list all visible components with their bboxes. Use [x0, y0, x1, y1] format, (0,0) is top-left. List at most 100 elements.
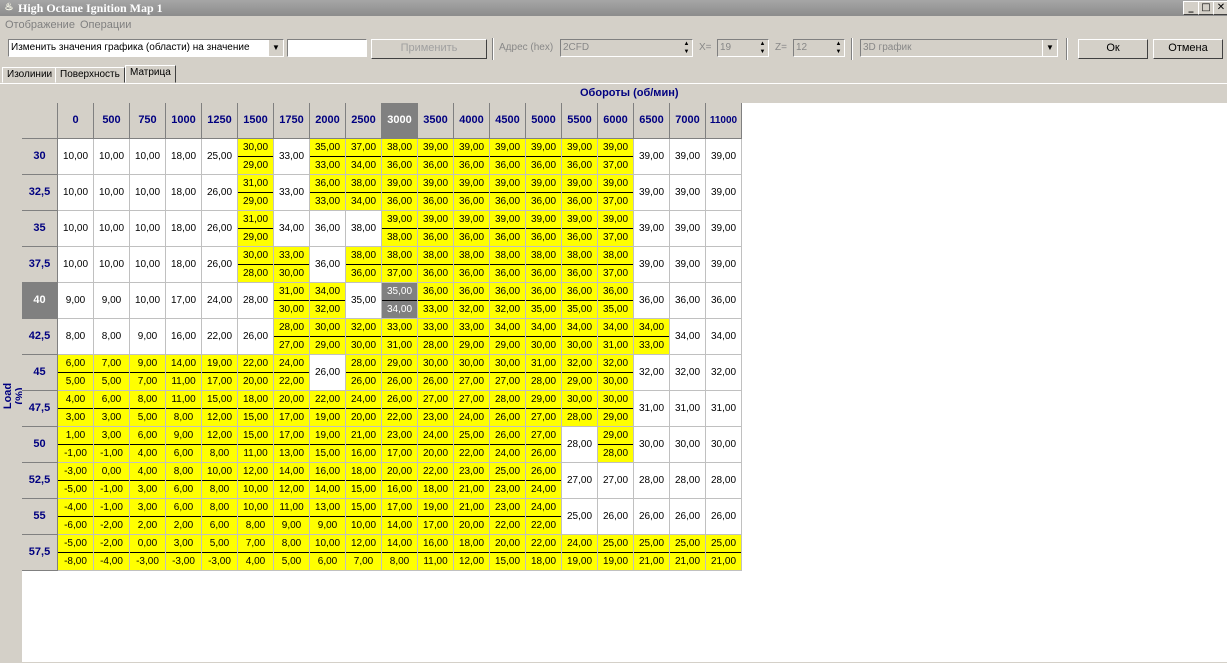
matrix-cell[interactable]: 38,00 36,00: [454, 247, 490, 283]
load-header[interactable]: 52,5: [22, 463, 58, 499]
matrix-cell[interactable]: 15,00 11,00: [238, 427, 274, 463]
tab-isolines[interactable]: Изолинии: [2, 67, 58, 83]
matrix-cell[interactable]: 25,00 19,00: [598, 535, 634, 571]
matrix-cell[interactable]: 39,00: [706, 175, 742, 211]
rpm-header[interactable]: 2500: [346, 103, 382, 139]
spin-arrows-icon[interactable]: ▲ ▼: [833, 40, 844, 56]
matrix-cell[interactable]: 36,00: [310, 211, 346, 247]
matrix-cell[interactable]: 17,00: [166, 283, 202, 319]
matrix-cell[interactable]: 10,00: [94, 175, 130, 211]
matrix-cell[interactable]: 8,00 6,00: [202, 499, 238, 535]
matrix-cell[interactable]: 36,00 35,00: [598, 283, 634, 319]
matrix-cell[interactable]: 39,00 38,00: [382, 211, 418, 247]
address-field[interactable]: 2CFD ▲ ▼: [560, 39, 693, 57]
matrix-cell[interactable]: 39,00 36,00: [490, 175, 526, 211]
matrix-cell[interactable]: 26,00 24,00: [490, 427, 526, 463]
matrix-cell[interactable]: 39,00 36,00: [562, 175, 598, 211]
matrix-cell[interactable]: 27,00: [562, 463, 598, 499]
matrix-cell[interactable]: 25,00 22,00: [454, 427, 490, 463]
matrix-cell[interactable]: 27,00 26,00: [526, 427, 562, 463]
matrix-cell[interactable]: 14,00 8,00: [382, 535, 418, 571]
matrix-cell[interactable]: 37,00 34,00: [346, 139, 382, 175]
matrix-cell[interactable]: 39,00 36,00: [382, 175, 418, 211]
load-header[interactable]: 32,5: [22, 175, 58, 211]
ok-button[interactable]: Ок: [1078, 39, 1148, 59]
matrix-cell[interactable]: 36,00: [706, 283, 742, 319]
spin-arrows-icon[interactable]: ▲ ▼: [681, 40, 692, 56]
matrix-cell[interactable]: 7,00 4,00: [238, 535, 274, 571]
matrix-cell[interactable]: 19,00 17,00: [202, 355, 238, 391]
rpm-header[interactable]: 6500: [634, 103, 670, 139]
menu-view[interactable]: Отображение: [5, 19, 75, 31]
matrix-cell[interactable]: 6,00 5,00: [58, 355, 94, 391]
matrix-cell[interactable]: 3,00 -1,00: [94, 427, 130, 463]
matrix-cell[interactable]: 31,00 30,00: [274, 283, 310, 319]
matrix-cell[interactable]: 10,00: [58, 247, 94, 283]
matrix-cell[interactable]: 17,00 14,00: [382, 499, 418, 535]
matrix-cell[interactable]: 30,00 27,00: [490, 355, 526, 391]
matrix-cell[interactable]: 34,00 33,00: [634, 319, 670, 355]
matrix-cell[interactable]: 28,00 26,00: [490, 391, 526, 427]
matrix-cell[interactable]: 9,00: [130, 319, 166, 355]
rpm-header[interactable]: 4500: [490, 103, 526, 139]
matrix-cell[interactable]: 9,00: [58, 283, 94, 319]
matrix-cell[interactable]: 36,00: [670, 283, 706, 319]
matrix-cell[interactable]: 35,00 34,00: [382, 283, 418, 319]
x-field[interactable]: 19 ▲ ▼: [717, 39, 769, 57]
matrix-cell[interactable]: 10,00: [130, 247, 166, 283]
matrix-cell[interactable]: 39,00: [670, 175, 706, 211]
matrix-cell[interactable]: 39,00: [706, 247, 742, 283]
matrix-cell[interactable]: 26,00: [706, 499, 742, 535]
matrix-cell[interactable]: 31,00: [670, 391, 706, 427]
matrix-cell[interactable]: 24,00 19,00: [562, 535, 598, 571]
matrix-cell[interactable]: 10,00: [94, 247, 130, 283]
matrix-cell[interactable]: 19,00 17,00: [418, 499, 454, 535]
matrix-cell[interactable]: 21,00 16,00: [346, 427, 382, 463]
matrix-cell[interactable]: 33,00: [274, 175, 310, 211]
matrix-cell[interactable]: 16,00: [166, 319, 202, 355]
matrix-cell[interactable]: 10,00: [58, 175, 94, 211]
minimize-button[interactable]: _: [1183, 1, 1199, 15]
matrix-cell[interactable]: 14,00 11,00: [166, 355, 202, 391]
matrix-cell[interactable]: 39,00 36,00: [526, 175, 562, 211]
matrix-cell[interactable]: 38,00 36,00: [490, 247, 526, 283]
chevron-down-icon[interactable]: ▼: [1042, 40, 1057, 56]
matrix-cell[interactable]: 10,00: [130, 211, 166, 247]
matrix-cell[interactable]: 34,00 32,00: [310, 283, 346, 319]
matrix-cell[interactable]: 38,00: [346, 211, 382, 247]
menu-operations[interactable]: Операции: [80, 19, 131, 31]
matrix-cell[interactable]: 26,00: [238, 319, 274, 355]
matrix-cell[interactable]: 34,00: [706, 319, 742, 355]
matrix-cell[interactable]: 39,00: [670, 211, 706, 247]
matrix-cell[interactable]: 36,00 33,00: [418, 283, 454, 319]
rpm-header[interactable]: 5500: [562, 103, 598, 139]
matrix-cell[interactable]: 34,00 30,00: [526, 319, 562, 355]
matrix-cell[interactable]: 30,00: [706, 427, 742, 463]
matrix-cell[interactable]: 39,00 36,00: [490, 211, 526, 247]
matrix-cell[interactable]: 22,00 18,00: [526, 535, 562, 571]
matrix-cell[interactable]: 18,00 15,00: [346, 463, 382, 499]
matrix-cell[interactable]: 33,00 28,00: [418, 319, 454, 355]
matrix-cell[interactable]: 28,00: [670, 463, 706, 499]
matrix-cell[interactable]: 9,00 7,00: [130, 355, 166, 391]
matrix-cell[interactable]: 36,00 33,00: [310, 175, 346, 211]
matrix-cell[interactable]: 38,00 36,00: [346, 247, 382, 283]
matrix-cell[interactable]: 31,00 28,00: [526, 355, 562, 391]
matrix-cell[interactable]: 28,00: [238, 283, 274, 319]
matrix-cell[interactable]: 34,00 30,00: [562, 319, 598, 355]
matrix-cell[interactable]: 8,00 5,00: [274, 535, 310, 571]
matrix-cell[interactable]: 4,00 3,00: [130, 463, 166, 499]
matrix-cell[interactable]: 28,00 27,00: [274, 319, 310, 355]
matrix-cell[interactable]: 38,00 37,00: [382, 247, 418, 283]
matrix-cell[interactable]: 28,00 26,00: [346, 355, 382, 391]
matrix-cell[interactable]: 36,00: [634, 283, 670, 319]
matrix-cell[interactable]: 27,00 24,00: [454, 391, 490, 427]
matrix-cell[interactable]: 13,00 9,00: [310, 499, 346, 535]
rpm-header[interactable]: 500: [94, 103, 130, 139]
matrix-cell[interactable]: 25,00 23,00: [490, 463, 526, 499]
tab-surface[interactable]: Поверхность: [55, 67, 125, 83]
matrix-cell[interactable]: 26,00 22,00: [382, 391, 418, 427]
matrix-cell[interactable]: 23,00 17,00: [382, 427, 418, 463]
matrix-cell[interactable]: 32,00: [670, 355, 706, 391]
load-header[interactable]: 50: [22, 427, 58, 463]
